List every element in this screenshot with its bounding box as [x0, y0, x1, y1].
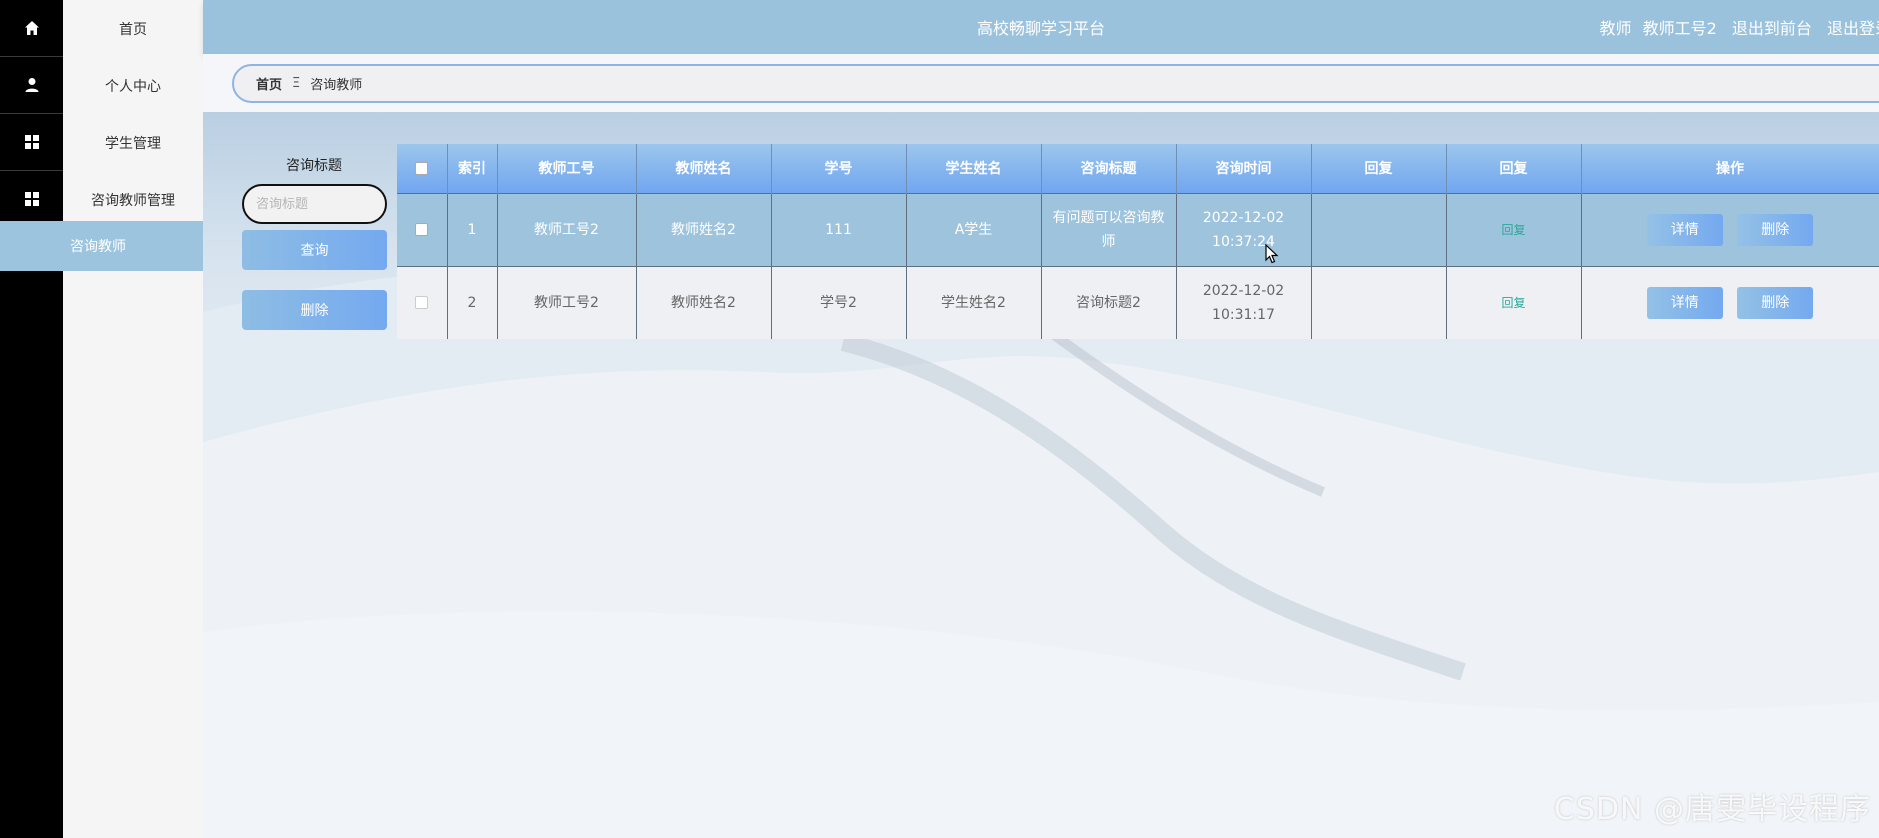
select-all-checkbox[interactable]: [415, 161, 429, 175]
cell-index: 1: [447, 192, 498, 266]
sidebar-menu: 首页 个人中心 学生管理 咨询教师管理 咨询教师: [0, 0, 203, 838]
cell-teacher-name: 教师姓名2: [636, 265, 772, 339]
column-header: 回复: [1446, 144, 1582, 193]
sidebar-item-students[interactable]: 学生管理: [63, 114, 203, 171]
detail-button[interactable]: 详情: [1646, 213, 1723, 246]
cell-teacher-name: 教师姓名2: [636, 192, 772, 266]
cell-teacher-id: 教师工号2: [497, 192, 637, 266]
cell-student-id: 学号2: [771, 265, 907, 339]
column-header: 操作: [1581, 144, 1879, 193]
row-checkbox[interactable]: [415, 223, 429, 236]
user-icon: [25, 78, 38, 92]
exit-frontend-link[interactable]: 退出到前台: [1732, 19, 1812, 38]
consult-table: 索引 教师工号 教师姓名 学号 学生姓名 咨询标题 咨询时间 回复 回复 操作 …: [397, 144, 1879, 339]
rail-consult[interactable]: [0, 171, 63, 228]
detail-button[interactable]: 详情: [1646, 286, 1723, 319]
home-icon: [24, 21, 39, 35]
cell-time: 2022-12-02 10:37:24: [1176, 192, 1312, 266]
cell-student-id: 111: [771, 192, 907, 266]
rail-students[interactable]: [0, 114, 63, 171]
breadcrumb-home[interactable]: 首页: [256, 74, 282, 93]
column-header: 学号: [771, 144, 907, 193]
grid-icon: [24, 135, 39, 149]
cell-reply-text: [1311, 265, 1447, 339]
column-header: 索引: [447, 144, 498, 193]
icon-rail: [0, 0, 63, 838]
column-header: 教师工号: [497, 144, 637, 193]
row-checkbox[interactable]: [415, 296, 429, 310]
query-button[interactable]: 查询: [242, 230, 387, 270]
reply-link[interactable]: 回复: [1501, 296, 1525, 310]
grid-icon: [24, 192, 39, 206]
batch-delete-button[interactable]: 删除: [242, 290, 387, 330]
reply-link[interactable]: 回复: [1501, 223, 1525, 237]
logout-link[interactable]: 退出登录: [1827, 19, 1879, 38]
column-header: 回复: [1311, 144, 1447, 193]
cell-time: 2022-12-02 10:31:17: [1176, 265, 1312, 339]
user-role: 教师: [1599, 19, 1632, 38]
rail-user[interactable]: [0, 57, 63, 114]
cell-teacher-id: 教师工号2: [497, 265, 637, 339]
rail-home[interactable]: [0, 0, 63, 57]
mouse-cursor-icon: [1265, 244, 1279, 264]
cell-student-name: A学生: [906, 192, 1042, 266]
header-user-area: 教师 教师工号2 退出到前台 退出登录: [1599, 15, 1879, 39]
column-header: 教师姓名: [636, 144, 772, 193]
table-row: 1 教师工号2 教师姓名2 111 A学生 有问题可以咨询教师 2022-12-…: [397, 192, 1879, 266]
sidebar-subitem-consult-teacher[interactable]: 咨询教师: [0, 221, 203, 271]
cell-student-name: 学生姓名2: [906, 265, 1042, 339]
column-header: 学生姓名: [906, 144, 1042, 193]
search-label: 咨询标题: [286, 158, 342, 174]
watermark: CSDN @唐雯毕设程序: [1553, 792, 1871, 827]
column-header: 咨询时间: [1176, 144, 1312, 193]
cell-reply-text: [1311, 192, 1447, 266]
table-row: 2 教师工号2 教师姓名2 学号2 学生姓名2 咨询标题2 2022-12-02…: [397, 265, 1879, 339]
sidebar-item-consult-management[interactable]: 咨询教师管理: [63, 171, 203, 228]
delete-button[interactable]: 删除: [1737, 286, 1814, 319]
sidebar-item-profile[interactable]: 个人中心: [63, 57, 203, 114]
column-header: 咨询标题: [1041, 144, 1177, 193]
cell-index: 2: [447, 265, 498, 339]
select-all-cell[interactable]: [397, 144, 448, 193]
top-header: 高校畅聊学习平台 教师 教师工号2 退出到前台 退出登录: [203, 0, 1879, 54]
user-id: 教师工号2: [1642, 19, 1717, 38]
table-header-row: 索引 教师工号 教师姓名 学号 学生姓名 咨询标题 咨询时间 回复 回复 操作: [397, 144, 1879, 193]
breadcrumb-band: 首页 Ξ 咨询教师: [203, 54, 1879, 112]
search-input[interactable]: [242, 184, 387, 224]
breadcrumb: 首页 Ξ 咨询教师: [232, 64, 1879, 103]
delete-button[interactable]: 删除: [1737, 213, 1814, 246]
breadcrumb-separator-icon: Ξ: [292, 76, 301, 91]
breadcrumb-current: 咨询教师: [310, 78, 363, 93]
cell-title: 有问题可以咨询教师: [1041, 192, 1177, 266]
sidebar-item-home[interactable]: 首页: [63, 0, 203, 57]
cell-title: 咨询标题2: [1041, 265, 1177, 339]
